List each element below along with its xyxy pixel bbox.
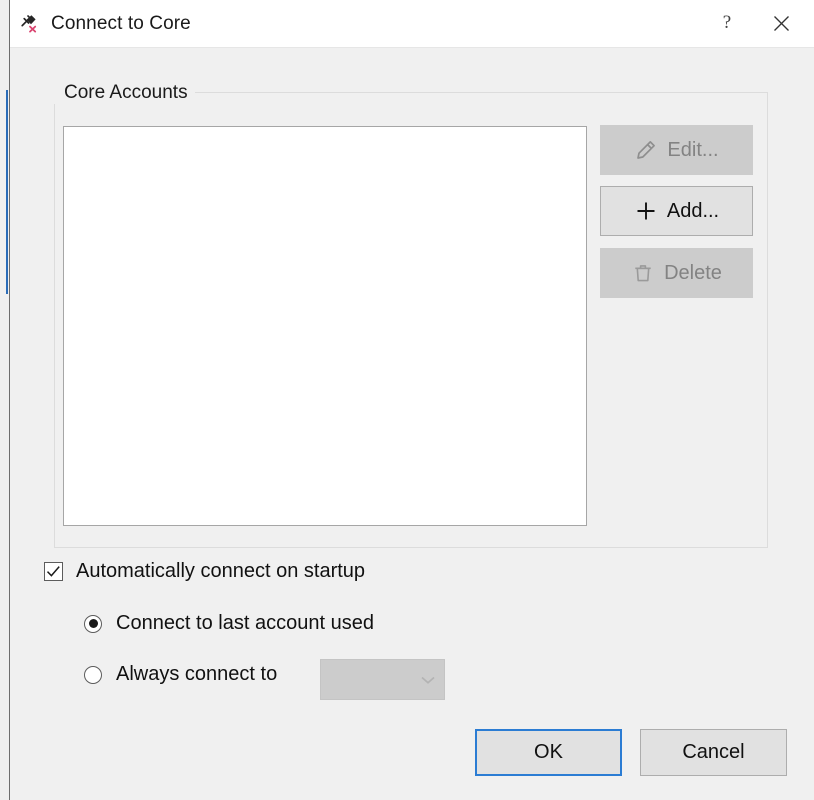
- delete-button-label: Delete: [664, 261, 722, 284]
- connect-to-core-dialog: Connect to Core ? Core Accounts Edit...: [9, 0, 814, 800]
- cancel-button[interactable]: Cancel: [640, 729, 787, 776]
- chevron-down-icon: [421, 676, 435, 684]
- auto-connect-checkbox[interactable]: [44, 562, 63, 581]
- auto-connect-label: Automatically connect on startup: [76, 560, 366, 582]
- add-button[interactable]: Add...: [600, 186, 753, 236]
- radio-connect-last-account-row[interactable]: Connect to last account used: [84, 612, 374, 635]
- radio-always-connect-label: Always connect to: [116, 663, 278, 685]
- trash-icon: [635, 265, 651, 282]
- radio-always-connect-row[interactable]: Always connect to: [84, 663, 277, 686]
- edit-button[interactable]: Edit...: [600, 125, 753, 175]
- delete-button[interactable]: Delete: [600, 248, 753, 298]
- always-connect-account-combobox[interactable]: [320, 659, 445, 700]
- plug-disconnected-icon: [21, 14, 37, 33]
- radio-connect-last-account[interactable]: [84, 614, 102, 633]
- close-button[interactable]: [758, 0, 804, 46]
- core-accounts-group-label: Core Accounts: [54, 82, 195, 104]
- close-icon: [773, 15, 789, 31]
- add-button-label: Add...: [666, 199, 720, 222]
- ok-button-label: OK: [534, 741, 563, 763]
- help-icon: ?: [722, 12, 732, 33]
- pencil-icon: [637, 141, 656, 159]
- window-title: Connect to Core: [51, 12, 191, 34]
- plus-icon: [637, 202, 655, 220]
- auto-connect-checkbox-row[interactable]: Automatically connect on startup: [44, 560, 365, 583]
- background-window-accent-bar: [6, 90, 8, 294]
- checkmark-icon: [46, 566, 60, 577]
- radio-selected-dot: [88, 619, 98, 628]
- radio-always-connect[interactable]: [84, 665, 102, 684]
- title-bar: Connect to Core ?: [10, 0, 814, 48]
- cancel-button-label: Cancel: [682, 741, 745, 763]
- ok-button[interactable]: OK: [475, 729, 622, 776]
- edit-button-label: Edit...: [667, 138, 719, 161]
- radio-connect-last-account-label: Connect to last account used: [116, 612, 374, 634]
- help-button[interactable]: ?: [704, 0, 750, 46]
- core-accounts-listbox[interactable]: [63, 126, 587, 526]
